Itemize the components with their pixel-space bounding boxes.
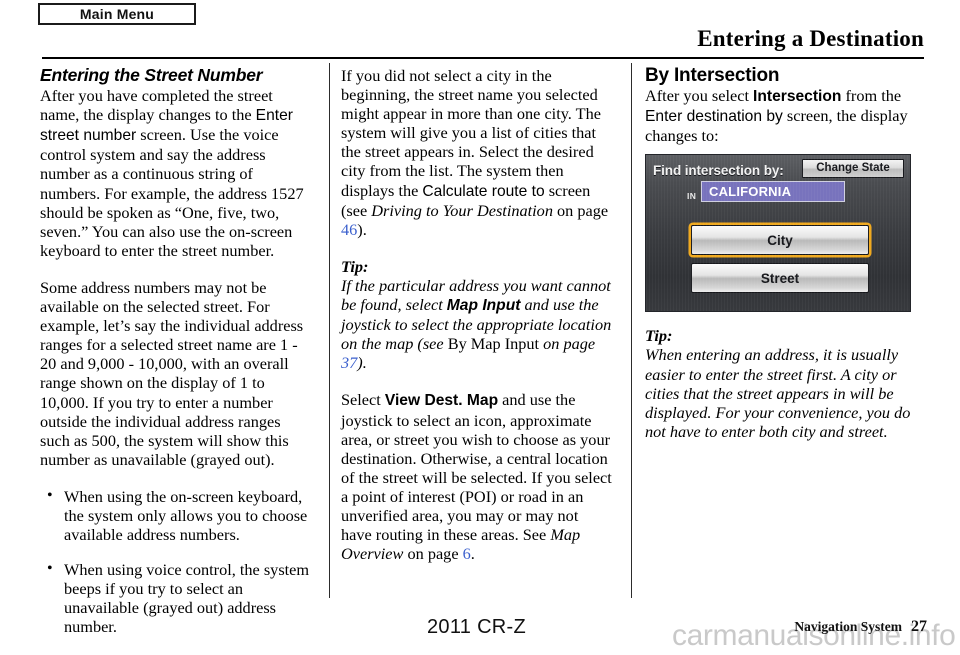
footer-model: 2011 CR-Z (427, 616, 527, 638)
text-run: on page (539, 334, 596, 354)
column-divider-2 (631, 63, 632, 598)
text-run: and use the joystick to select an icon, … (341, 390, 612, 545)
change-state-button[interactable]: Change State (802, 159, 904, 179)
page-reference-link[interactable]: 46 (341, 220, 357, 239)
city-button-label: City (767, 232, 793, 248)
city-button[interactable]: City (691, 225, 869, 256)
street-button-label: Street (760, 270, 800, 286)
ui-term-calculate-route-to: Calculate route to (422, 182, 545, 200)
ui-term-view-dest-map: View Dest. Map (384, 392, 499, 410)
section-heading-entering-street-number: Entering the Street Number (40, 65, 263, 85)
column-left: Entering the Street Number After you hav… (40, 65, 312, 653)
text-run: If you did not select a city in the begi… (341, 66, 601, 200)
nav-screen-illustration: Find intersection by: Change State IN CA… (645, 154, 911, 313)
change-state-button-label: Change State (816, 162, 890, 175)
reference-title-by-map-input: By Map Input (447, 334, 540, 354)
text-run: After you select (645, 86, 754, 106)
column-right: By Intersection After you select Interse… (645, 66, 925, 459)
text-run: screen. Use the voice control system and… (40, 125, 304, 260)
ui-term-intersection: Intersection (753, 88, 842, 106)
main-menu-tab-label: Main Menu (79, 6, 155, 22)
text-run: from the (841, 86, 902, 106)
state-field[interactable]: CALIFORNIA (701, 181, 845, 203)
text-run: on page (552, 200, 609, 220)
page-title: Entering a Destination (697, 26, 924, 51)
tip-label: Tip: (645, 326, 673, 346)
text-run: ). (357, 353, 367, 373)
page-reference-link[interactable]: 37 (341, 353, 357, 372)
tip-entering-address: Tip: When entering an address, it is usua… (645, 326, 925, 441)
paragraph-city-list: If you did not select a city in the begi… (341, 66, 613, 239)
header-divider-rule (42, 57, 924, 59)
ui-term-enter-destination-by: Enter destination by (645, 108, 783, 126)
section-heading-by-intersection: By Intersection (645, 65, 780, 86)
street-button[interactable]: Street (691, 263, 869, 294)
state-field-value: CALIFORNIA (709, 184, 792, 200)
paragraph-view-dest-map: Select View Dest. Map and use the joysti… (341, 390, 613, 563)
nav-screen-title: Find intersection by: (653, 163, 784, 179)
bullet-list-address-availability: When using the on-screen keyboard, the s… (40, 486, 312, 637)
tip-map-input: Tip: If the particular address you want c… (341, 257, 613, 373)
paragraph-intersection-intro: After you select Intersection from the E… (645, 86, 925, 145)
column-divider-1 (329, 63, 330, 598)
text-run: When entering an address, it is usually … (645, 345, 911, 441)
footer-page-number: 27 (911, 618, 927, 635)
text-run: Select (341, 390, 385, 410)
list-item: When using the on-screen keyboard, the s… (40, 486, 312, 544)
in-label: IN (687, 191, 697, 202)
text-run: . (470, 544, 475, 564)
text-run: ). (357, 219, 367, 239)
paragraph-address-ranges: Some address numbers may not be availabl… (40, 277, 304, 469)
page-reference-link[interactable]: 6 (463, 544, 471, 563)
column-middle: If you did not select a city in the begi… (341, 66, 613, 581)
paragraph-street-number-intro: After you have completed the street name… (40, 86, 312, 260)
ui-term-map-input: Map Input (446, 297, 521, 315)
tip-label: Tip: (341, 256, 369, 276)
reference-title-driving-to-your-destination: Driving to Your Destination (371, 200, 553, 220)
main-menu-tab[interactable]: Main Menu (38, 3, 196, 25)
footer-section-and-page: Navigation System 27 (794, 618, 927, 636)
list-item: When using voice control, the system bee… (40, 559, 312, 636)
text-run: on page (403, 544, 463, 564)
footer-section-label: Navigation System (794, 619, 902, 634)
text-run: After you have completed the street name… (40, 86, 273, 125)
